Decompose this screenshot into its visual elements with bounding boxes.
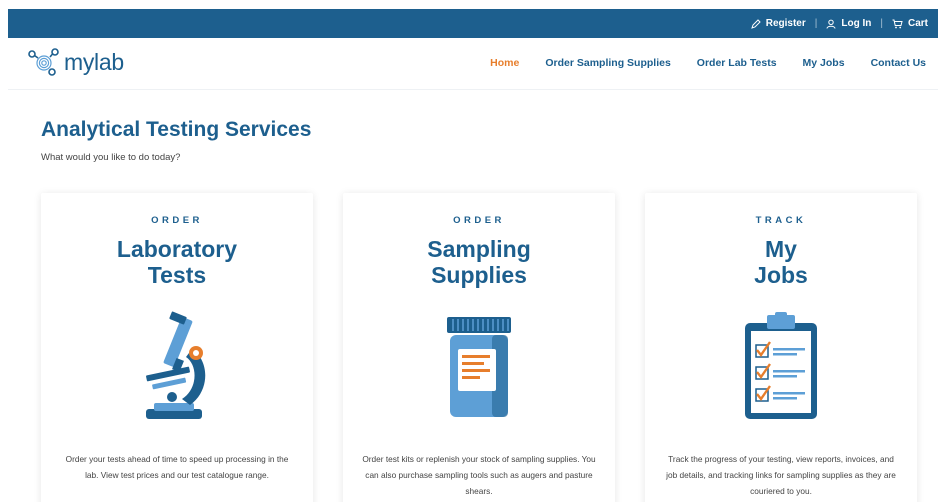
site-header: mylab Home Order Sampling Supplies Order… [8,38,938,90]
cart-label: Cart [907,18,928,29]
card-illustration [645,311,917,423]
card-order-lab-tests[interactable]: ORDER Laboratory Tests Order your tests … [41,193,313,502]
card-title-line: Tests [147,262,207,288]
card-illustration [41,311,313,423]
nav-order-lab-tests[interactable]: Order Lab Tests [697,57,777,69]
nav-contact-us[interactable]: Contact Us [871,57,926,69]
card-eyebrow: ORDER [151,215,203,226]
top-utility-bar: Register | Log In | Cart [8,9,938,38]
card-eyebrow: TRACK [755,215,807,226]
molecule-fingerprint-logo-icon [28,48,59,76]
card-illustration [343,311,615,423]
pencil-icon [750,18,761,29]
cart-icon [892,19,903,28]
card-track-my-jobs[interactable]: TRACK My Jobs Track the progress of your… [645,193,917,502]
logo-text: mylab [64,48,124,75]
register-link[interactable]: Register [750,18,806,29]
card-title-line: Sampling [427,236,531,262]
card-title-line: Supplies [431,262,527,288]
cart-link[interactable]: Cart [892,18,928,29]
card-eyebrow: ORDER [453,215,505,226]
separator: | [814,18,818,29]
nav-my-jobs[interactable]: My Jobs [803,57,845,69]
card-description: Order test kits or replenish your stock … [362,454,596,496]
mylab-logo[interactable]: mylab [28,48,124,76]
sample-jar-icon [447,317,511,417]
microscope-icon [146,311,206,419]
card-title: Laboratory Tests [41,236,313,288]
card-description: Order your tests ahead of time to speed … [65,454,289,480]
card-title-line: My [765,236,797,262]
main-nav: Home Order Sampling Supplies Order Lab T… [490,57,926,69]
nav-home[interactable]: Home [490,57,519,69]
nav-order-sampling-supplies[interactable]: Order Sampling Supplies [545,57,670,69]
card-title: Sampling Supplies [343,236,615,288]
card-title-line: Laboratory [116,236,238,262]
card-order-sampling-supplies[interactable]: ORDER Sampling Supplies Order test kits … [343,193,615,502]
card-title-line: Jobs [754,262,808,288]
card-description: Track the progress of your testing, view… [666,454,896,496]
login-label: Log In [841,18,872,29]
register-label: Register [765,18,806,29]
user-icon [826,19,836,29]
page-subtitle: What would you like to do today? [41,152,181,163]
clipboard-checklist-icon [745,312,817,419]
card-title: My Jobs [645,236,917,288]
separator: | [880,18,883,29]
login-link[interactable]: Log In [826,18,871,29]
page-title: Analytical Testing Services [41,118,312,141]
